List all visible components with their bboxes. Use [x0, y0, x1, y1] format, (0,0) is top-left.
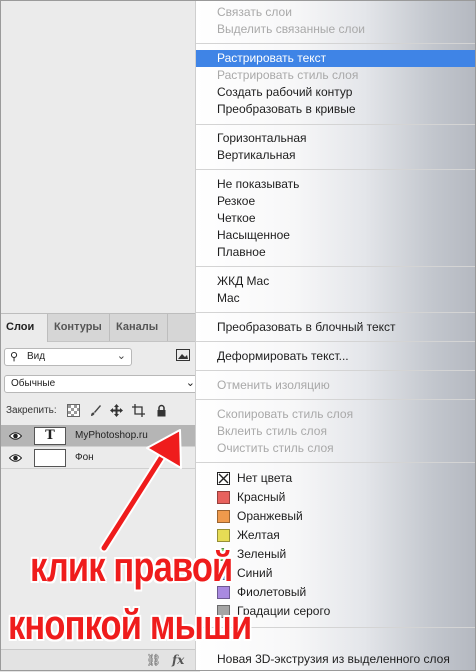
color-label: Желтая: [237, 528, 280, 542]
layers-bottom-toolbar: ⛓ fx: [0, 649, 200, 672]
menu-item-rasterize-text[interactable]: Растрировать текст: [196, 50, 476, 67]
menu-separator: [196, 399, 476, 400]
filter-label: Вид: [27, 351, 46, 362]
no-color-swatch-icon: [217, 472, 230, 485]
image-filter-icon[interactable]: [176, 349, 190, 361]
menu-item-convert-paragraph[interactable]: Преобразовать в блочный текст: [196, 319, 476, 336]
menu-item-horizontal[interactable]: Горизонтальная: [196, 130, 476, 147]
layer-filter-select[interactable]: ⚲ Вид ⌄: [4, 348, 132, 366]
menu-item-lcd-mac[interactable]: ЖКД Mac: [196, 273, 476, 290]
layer-row-background[interactable]: Фон: [0, 447, 200, 469]
menu-item-link-layers[interactable]: Связать слои: [196, 4, 476, 21]
menu-item-release-isolation[interactable]: Отменить изоляцию: [196, 377, 476, 394]
menu-separator: [196, 462, 476, 463]
menu-item-color-none[interactable]: Нет цвета: [196, 470, 476, 487]
lock-artboard-icon[interactable]: [132, 404, 145, 417]
menu-item-new-3d-extrusion[interactable]: Новая 3D-экструзия из выделенного слоя: [196, 651, 476, 668]
search-icon: ⚲: [10, 351, 19, 363]
red-swatch-icon: [217, 491, 230, 504]
blend-mode-select[interactable]: Обычные ⌄: [4, 375, 200, 393]
orange-swatch-icon: [217, 510, 230, 523]
background-layer-thumbnail: [34, 449, 66, 467]
link-icon[interactable]: ⛓: [146, 653, 161, 667]
menu-item-create-work-path[interactable]: Создать рабочий контур: [196, 84, 476, 101]
menu-item-copy-style[interactable]: Скопировать стиль слоя: [196, 406, 476, 423]
chevron-down-icon: ⌄: [185, 377, 195, 389]
eye-icon[interactable]: [9, 453, 22, 463]
layer-name[interactable]: Фон: [75, 451, 94, 465]
tab-layers[interactable]: Слои: [0, 314, 48, 342]
menu-separator: [196, 43, 476, 44]
eye-icon[interactable]: [9, 431, 22, 441]
menu-item-color-yellow[interactable]: Желтая: [196, 527, 476, 544]
panel-tabs: Слои Контуры Каналы: [0, 313, 200, 342]
menu-separator: [196, 266, 476, 267]
menu-item-select-linked[interactable]: Выделить связанные слои: [196, 21, 476, 38]
menu-separator: [196, 169, 476, 170]
layer-name[interactable]: MyPhotoshop.ru: [75, 429, 148, 443]
menu-item-color-red[interactable]: Красный: [196, 489, 476, 506]
text-layer-thumbnail: T: [34, 427, 66, 445]
color-label: Нет цвета: [237, 471, 293, 485]
lock-label: Закрепить:: [6, 405, 57, 416]
menu-item-convert-to-shape[interactable]: Преобразовать в кривые: [196, 101, 476, 118]
annotation-line-1: клик правой: [30, 543, 233, 590]
color-label: Оранжевый: [237, 509, 303, 523]
menu-separator: [196, 312, 476, 313]
layer-row-text[interactable]: T MyPhotoshop.ru: [0, 425, 200, 447]
menu-item-color-orange[interactable]: Оранжевый: [196, 508, 476, 525]
annotation-line-2: кнопкой мыши: [8, 601, 252, 648]
menu-item-aa-sharp[interactable]: Резкое: [196, 193, 476, 210]
menu-item-aa-crisp[interactable]: Четкое: [196, 210, 476, 227]
menu-separator: [196, 124, 476, 125]
color-label: Красный: [237, 490, 286, 504]
menu-item-aa-smooth[interactable]: Плавное: [196, 244, 476, 261]
tab-channels[interactable]: Каналы: [110, 314, 168, 341]
fx-icon[interactable]: fx: [172, 653, 184, 667]
blend-mode-label: Обычные: [11, 378, 56, 389]
menu-item-clear-style[interactable]: Очистить стиль слоя: [196, 440, 476, 457]
menu-separator: [196, 370, 476, 371]
menu-item-aa-none[interactable]: Не показывать: [196, 176, 476, 193]
menu-separator: [196, 341, 476, 342]
lock-pixels-brush-icon[interactable]: [89, 404, 102, 417]
chevron-down-icon: ⌄: [116, 350, 126, 362]
menu-item-rasterize-style[interactable]: Растрировать стиль слоя: [196, 67, 476, 84]
lock-position-move-icon[interactable]: [110, 404, 123, 417]
menu-item-vertical[interactable]: Вертикальная: [196, 147, 476, 164]
tab-paths[interactable]: Контуры: [48, 314, 110, 341]
yellow-swatch-icon: [217, 529, 230, 542]
menu-item-aa-strong[interactable]: Насыщенное: [196, 227, 476, 244]
menu-item-paste-style[interactable]: Вклеить стиль слоя: [196, 423, 476, 440]
lock-all-icon[interactable]: [155, 404, 168, 417]
lock-transparency-icon[interactable]: [67, 404, 80, 417]
menu-item-warp-text[interactable]: Деформировать текст...: [196, 348, 476, 365]
menu-item-mac[interactable]: Mac: [196, 290, 476, 307]
